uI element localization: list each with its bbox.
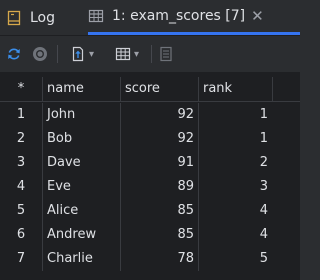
toolbar-separator [57, 45, 58, 63]
table-row[interactable]: 7 Charlie 78 5 [0, 247, 300, 271]
export-icon [72, 46, 84, 62]
tab-bar: Log 1: exam_scores [7] ✕ [0, 0, 300, 36]
chevron-down-icon[interactable]: ▾ [89, 49, 94, 60]
name-cell[interactable]: John [42, 103, 120, 127]
score-cell[interactable]: 91 [120, 151, 198, 175]
calculator-button[interactable] [156, 36, 176, 72]
name-cell[interactable]: Alice [42, 199, 120, 223]
refresh-button[interactable] [2, 36, 26, 72]
row-number[interactable]: 3 [0, 151, 42, 175]
table-row[interactable]: 1 John 92 1 [0, 103, 300, 127]
grid-layout-button[interactable]: ▾ [106, 36, 148, 72]
tab-log-label: Log [30, 9, 56, 26]
rank-cell[interactable]: 5 [198, 247, 272, 271]
name-cell[interactable]: Dave [42, 151, 120, 175]
column-header-rank[interactable]: rank [198, 77, 272, 101]
score-cell[interactable]: 89 [120, 175, 198, 199]
tab-exam-scores-label: 1: exam_scores [7] [112, 8, 246, 24]
log-file-icon [7, 10, 21, 25]
score-cell[interactable]: 92 [120, 103, 198, 127]
rank-cell[interactable]: 4 [198, 223, 272, 247]
grid-layout-icon [115, 47, 131, 61]
name-cell[interactable]: Charlie [42, 247, 120, 271]
table-icon [88, 9, 104, 23]
table-header-row: * name score rank [0, 77, 300, 102]
rank-cell[interactable]: 1 [198, 127, 272, 151]
row-number[interactable]: 5 [0, 199, 42, 223]
close-icon[interactable]: ✕ [251, 8, 264, 24]
score-cell[interactable]: 92 [120, 127, 198, 151]
row-number[interactable]: 7 [0, 247, 42, 271]
rank-cell[interactable]: 4 [198, 199, 272, 223]
score-cell[interactable]: 85 [120, 199, 198, 223]
calculator-icon [160, 46, 172, 62]
row-number[interactable]: 6 [0, 223, 42, 247]
table-row[interactable]: 4 Eve 89 3 [0, 175, 300, 199]
row-number-header[interactable]: * [0, 77, 42, 101]
row-number[interactable]: 4 [0, 175, 42, 199]
tab-exam-scores[interactable]: 1: exam_scores [7] ✕ [88, 0, 300, 35]
data-viewer-window: Log 1: exam_scores [7] ✕ ▾ ▾ * name scor… [0, 0, 300, 280]
chevron-down-icon[interactable]: ▾ [134, 49, 139, 60]
rank-cell[interactable]: 1 [198, 103, 272, 127]
name-cell[interactable]: Andrew [42, 223, 120, 247]
rank-cell[interactable]: 3 [198, 175, 272, 199]
row-number[interactable]: 1 [0, 103, 42, 127]
export-button[interactable]: ▾ [62, 36, 102, 72]
toolbar-separator [151, 45, 152, 63]
table-row[interactable]: 5 Alice 85 4 [0, 199, 300, 223]
column-header-name[interactable]: name [42, 77, 120, 101]
empty-column-area [272, 77, 300, 101]
stop-icon [33, 47, 47, 61]
toolbar: ▾ ▾ [0, 36, 300, 73]
tab-log[interactable]: Log [6, 0, 80, 35]
table-row[interactable]: 2 Bob 92 1 [0, 127, 300, 151]
name-cell[interactable]: Eve [42, 175, 120, 199]
name-cell[interactable]: Bob [42, 127, 120, 151]
rank-cell[interactable]: 2 [198, 151, 272, 175]
results-grid: * name score rank 1 John 92 1 2 Bob 92 1… [0, 73, 300, 280]
stop-button[interactable] [28, 36, 52, 72]
table-row[interactable]: 3 Dave 91 2 [0, 151, 300, 175]
score-cell[interactable]: 78 [120, 247, 198, 271]
column-header-score[interactable]: score [120, 77, 198, 101]
score-cell[interactable]: 85 [120, 223, 198, 247]
table-row[interactable]: 6 Andrew 85 4 [0, 223, 300, 247]
row-number[interactable]: 2 [0, 127, 42, 151]
refresh-icon [8, 48, 20, 60]
